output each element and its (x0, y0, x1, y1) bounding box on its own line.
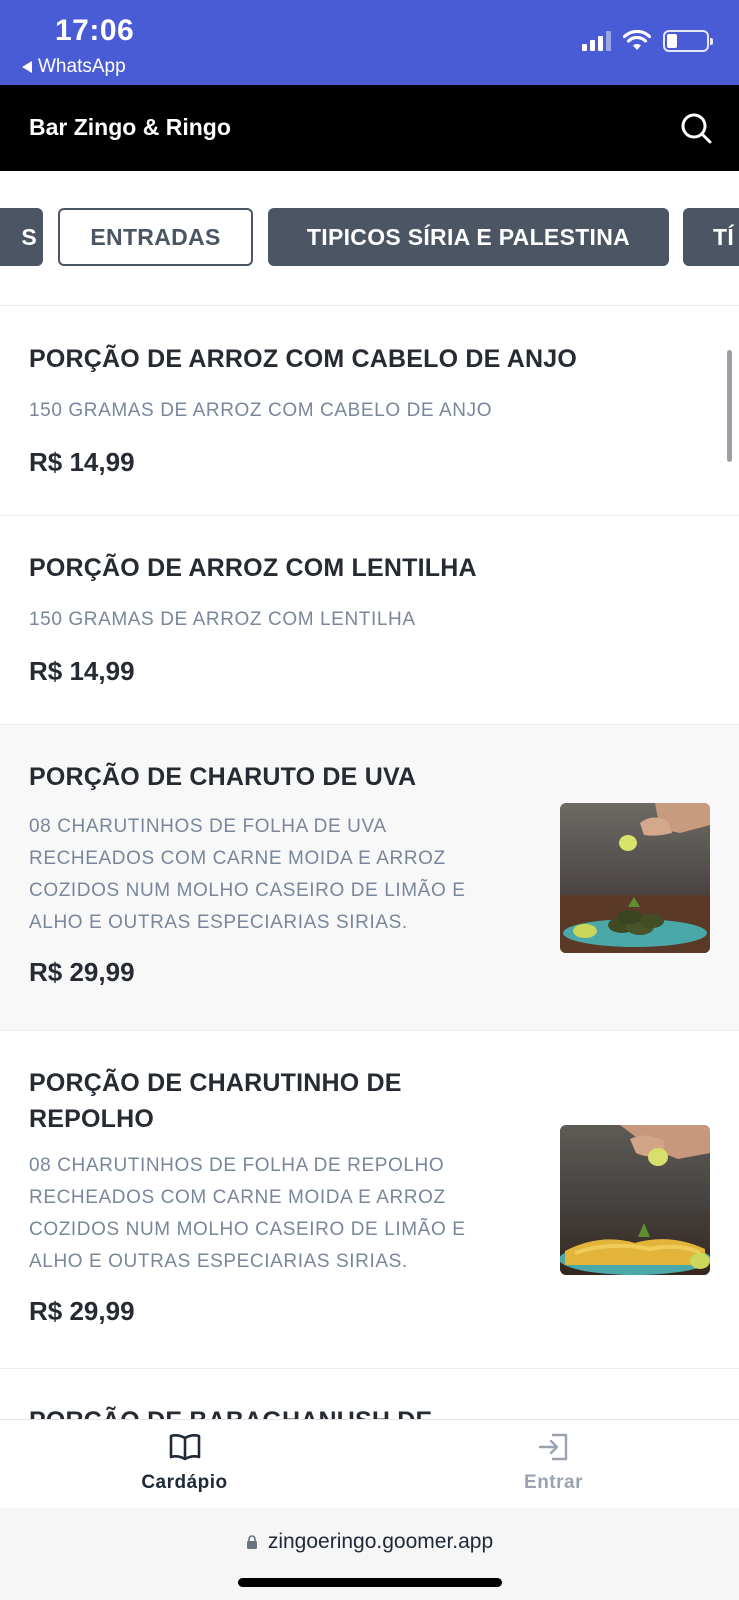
nav-label: Entrar (524, 1472, 583, 1493)
status-icons (582, 30, 713, 52)
back-triangle-icon (22, 61, 32, 73)
lock-icon (246, 1535, 257, 1549)
app-header: Bar Zingo & Ringo (0, 85, 739, 171)
description-line: ALHO E OUTRAS ESPECIARIAS SIRIAS. (29, 912, 408, 933)
login-icon (538, 1433, 567, 1461)
category-tab-next[interactable]: TÍ (683, 208, 739, 266)
item-title: PORÇÃO DE ARROZ COM CABELO DE ANJO (29, 345, 578, 373)
item-description: 08 CHARUTINHOS DE FOLHA DE UVA RECHEADOS… (29, 811, 465, 939)
description-line: COZIDOS NUM MOLHO CASEIRO DE LIMÃO E (29, 880, 466, 901)
item-title: PORÇÃO DE CHARUTO DE UVA (29, 763, 417, 791)
item-description: 150 GRAMAS DE ARROZ COM LENTILHA (29, 609, 416, 630)
url-display[interactable]: zingoeringo.goomer.app (0, 1530, 739, 1554)
description-line: ALHO E OUTRAS ESPECIARIAS SIRIAS. (29, 1251, 408, 1272)
item-description: 150 GRAMAS DE ARROZ COM CABELO DE ANJO (29, 400, 493, 421)
restaurant-name: Bar Zingo & Ringo (29, 114, 231, 140)
menu-item[interactable]: PORÇÃO DE CHARUTINHO DE REPOLHO 08 CHARU… (0, 1031, 739, 1369)
search-icon[interactable] (679, 111, 713, 145)
category-tab-prev[interactable]: S (0, 208, 43, 266)
category-tab-tipicos[interactable]: TIPICOS SÍRIA E PALESTINA (268, 208, 669, 266)
description-line: 08 CHARUTINHOS DE FOLHA DE UVA (29, 816, 387, 837)
menu-item[interactable]: PORÇÃO DE ARROZ COM CABELO DE ANJO 150 G… (0, 307, 739, 516)
back-to-app-link[interactable]: WhatsApp (22, 56, 126, 78)
signal-icon (582, 31, 611, 51)
category-tab-label: TIPICOS SÍRIA E PALESTINA (306, 223, 631, 250)
browser-url-bar[interactable]: zingoeringo.goomer.app (0, 1508, 739, 1600)
item-description: 08 CHARUTINHOS DE FOLHA DE REPOLHO RECHE… (29, 1150, 465, 1278)
page: 17:06 WhatsApp Bar Zingo & Ringo S ENTRA… (0, 0, 739, 1600)
title-line: PORÇÃO DE CHARUTINHO DE (29, 1069, 402, 1097)
description-line: COZIDOS NUM MOLHO CASEIRO DE LIMÃO E (29, 1219, 466, 1240)
nav-entrar[interactable]: Entrar (369, 1420, 738, 1509)
menu-list: PORÇÃO DE ARROZ COM CABELO DE ANJO 150 G… (0, 307, 739, 1489)
description-line: 08 CHARUTINHOS DE FOLHA DE REPOLHO (29, 1155, 445, 1176)
description-line: RECHEADOS COM CARNE MOIDA E ARROZ (29, 1187, 446, 1208)
item-price: R$ 29,99 (29, 1296, 135, 1326)
home-indicator[interactable] (238, 1578, 502, 1587)
category-tabs: S ENTRADAS TIPICOS SÍRIA E PALESTINA TÍ (0, 171, 739, 306)
item-price: R$ 29,99 (29, 957, 135, 987)
nav-label: Cardápio (141, 1472, 228, 1493)
nav-cardapio[interactable]: Cardápio (0, 1420, 369, 1509)
charutinho-de-repolho-photo[interactable] (560, 1125, 710, 1275)
item-title: PORÇÃO DE ARROZ COM LENTILHA (29, 554, 477, 582)
wifi-icon (623, 30, 651, 50)
category-tab-entradas[interactable]: ENTRADAS (58, 208, 253, 266)
book-open-icon (169, 1434, 200, 1461)
menu-item[interactable]: PORÇÃO DE CHARUTO DE UVA 08 CHARUTINHOS … (0, 725, 739, 1031)
status-bar: 17:06 WhatsApp (0, 0, 739, 85)
status-time: 17:06 (55, 14, 135, 47)
item-price: R$ 14,99 (29, 447, 135, 477)
bottom-nav: Cardápio Entrar (0, 1419, 739, 1508)
category-tab-label: ENTRADAS (90, 223, 221, 250)
menu-item[interactable]: PORÇÃO DE ARROZ COM LENTILHA 150 GRAMAS … (0, 516, 739, 725)
title-line: REPOLHO (29, 1105, 155, 1133)
battery-icon (663, 30, 713, 52)
item-price: R$ 14,99 (29, 656, 135, 686)
charuto-de-uva-photo[interactable] (560, 803, 710, 953)
category-tab-label: S (21, 223, 37, 250)
category-tab-label: TÍ (713, 223, 735, 250)
back-app-label: WhatsApp (38, 56, 126, 77)
item-title: PORÇÃO DE CHARUTINHO DE REPOLHO (29, 1065, 402, 1137)
description-line: RECHEADOS COM CARNE MOIDA E ARROZ (29, 848, 446, 869)
url-text: zingoeringo.goomer.app (267, 1530, 494, 1553)
